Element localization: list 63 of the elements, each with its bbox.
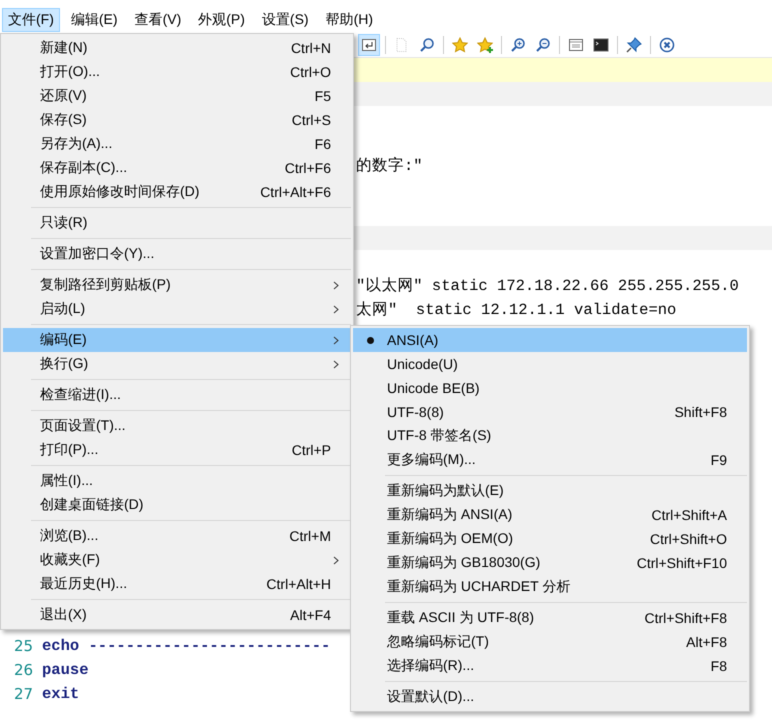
menu-item[interactable]: 重新编码为 ANSI(A) Ctrl+Shift+A [353,503,747,527]
menu-item[interactable]: 设置默认(D)... [353,685,747,709]
menu-item[interactable]: 选择编码(R)... F8 [353,654,747,678]
menu-item[interactable]: 设置加密口令(Y)... [3,242,351,266]
menu-item[interactable]: 编码(E) [3,328,351,352]
menu-item[interactable]: 打开(O)... Ctrl+O [3,60,351,84]
menu-bar-item[interactable]: 帮助(H) [320,8,380,32]
menu-item[interactable]: 保存(S) Ctrl+S [3,108,351,132]
menu-item[interactable]: 重载 ASCII 为 UTF-8(8) Ctrl+Shift+F8 [353,606,747,630]
menu-item[interactable]: Unicode(U) [353,352,747,376]
menu-item[interactable]: 浏览(B)... Ctrl+M [3,524,351,548]
code-line: 的数字:" [356,156,423,177]
code-line: 太网" static 12.12.1.1 validate=no [356,300,676,321]
menu-item[interactable]: 只读(R) [3,211,351,235]
menu-item[interactable]: 换行(G) [3,352,351,376]
menu-bar-item[interactable]: 查看(V) [128,8,188,32]
menu-item[interactable]: UTF-8 带签名(S) [353,424,747,448]
zoom-out-icon [535,37,551,53]
line-number: 26 [13,660,34,681]
code-line: "以太网" static 172.18.22.66 255.255.255.0 [356,276,739,297]
code-line: exit [42,684,80,705]
code-line: echo -------------------------- [42,636,330,657]
line-number: 27 [13,684,34,705]
menu-item[interactable]: Unicode BE(B) [353,376,747,400]
menu-bar-item[interactable]: 文件(F) [2,8,60,32]
menu-item[interactable]: 打印(P)... Ctrl+P [3,438,351,462]
menu-item[interactable]: 退出(X) Alt+F4 [3,603,351,627]
star-icon [452,37,468,53]
menu-item[interactable]: 启动(L) [3,297,351,321]
menu-item[interactable]: 新建(N) Ctrl+N [3,36,351,60]
code-line: pause [42,660,89,681]
menu-item[interactable]: UTF-8(8) Shift+F8 [353,400,747,424]
menu-item[interactable]: 另存为(A)... F6 [3,132,351,156]
pin-icon [626,37,642,53]
line-number: 25 [13,636,34,657]
menu-bar-item[interactable]: 设置(S) [256,8,315,32]
menu-item[interactable]: 复制路径到剪贴板(P) [3,273,351,297]
zoom-in-icon [510,37,526,53]
search-icon [419,37,435,53]
menu-item[interactable]: 收藏夹(F) [3,548,351,572]
menu-item[interactable]: 还原(V) F5 [3,84,351,108]
menu-item[interactable]: 重新编码为 OEM(O) Ctrl+Shift+O [353,527,747,551]
menu-item[interactable]: ANSI(A) [353,328,747,352]
menu-item[interactable]: 更多编码(M)... F9 [353,448,747,472]
wrap-icon [361,37,377,53]
close-icon [659,37,675,53]
menu-bar-item[interactable]: 外观(P) [192,8,251,32]
menu-bar-item[interactable]: 编辑(E) [64,8,124,32]
menu-item[interactable]: 使用原始修改时间保存(D) Ctrl+Alt+F6 [3,180,351,204]
menu-item[interactable]: 页面设置(T)... [3,414,351,438]
menu-item[interactable]: 忽略编码标记(T) Alt+F8 [353,630,747,654]
menu-item[interactable]: 检查缩进(I)... [3,383,351,407]
terminal-icon [593,37,609,53]
menu-item[interactable]: 重新编码为 GB18030(G) Ctrl+Shift+F10 [353,551,747,575]
menu-item[interactable]: 保存副本(C)... Ctrl+F6 [3,156,351,180]
toolbar-button[interactable] [358,34,380,56]
window-icon [568,37,584,53]
menu-item[interactable]: 重新编码为默认(E) [353,479,747,503]
menu-item[interactable]: 重新编码为 UCHARDET 分析 [353,575,747,599]
menu-item[interactable]: 属性(I)... [3,469,351,493]
menu-item[interactable]: 创建桌面链接(D) [3,493,351,517]
menu-item[interactable]: 最近历史(H)... Ctrl+Alt+H [3,572,351,596]
star-plus-icon [477,37,493,53]
